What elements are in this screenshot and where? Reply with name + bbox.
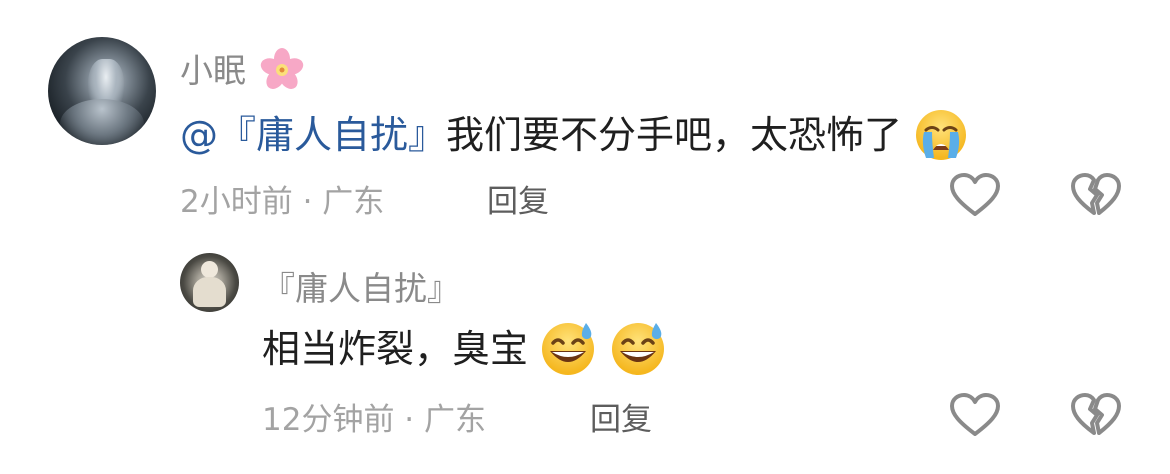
reply-location: 广东 — [424, 402, 487, 438]
comment-body: 我们要不分手吧，太恐怖了 — [446, 113, 903, 157]
reply-text: 相当炸裂，臭宝 — [262, 318, 668, 377]
reply-meta: 12分钟前 · 广东 — [262, 394, 486, 439]
reply-time: 12分钟前 — [262, 402, 395, 438]
meta-separator: · — [394, 402, 425, 438]
cherry-blossom-icon — [260, 47, 303, 89]
comment-location: 广东 — [322, 184, 385, 220]
broken-heart-outline-icon[interactable] — [1070, 392, 1122, 438]
reply-button[interactable]: 回复 — [487, 176, 549, 221]
comment-author-name[interactable]: 小眠 — [180, 44, 305, 93]
comment-meta: 2小时前 · 广东 — [180, 176, 384, 221]
mention-link[interactable]: @『庸人自扰』 — [180, 113, 446, 157]
avatar[interactable] — [48, 37, 156, 145]
reply-reply-button[interactable]: 回复 — [590, 394, 652, 439]
reply-body: 相当炸裂，臭宝 — [262, 327, 529, 371]
heart-outline-icon[interactable] — [949, 172, 1001, 218]
grinning-face-with-sweat-icon — [612, 322, 665, 375]
grinning-face-with-sweat-icon — [542, 322, 595, 375]
comment-text: @『庸人自扰』我们要不分手吧，太恐怖了 — [180, 104, 968, 162]
meta-separator: · — [292, 184, 323, 220]
reply-avatar[interactable] — [180, 253, 239, 312]
comment-time: 2小时前 — [180, 184, 293, 220]
reply-author-name[interactable]: 『庸人自扰』 — [262, 262, 460, 310]
loudly-crying-face-icon — [916, 109, 967, 160]
author-name-text[interactable]: 小眠 — [180, 51, 246, 90]
heart-outline-icon[interactable] — [949, 392, 1001, 438]
broken-heart-outline-icon[interactable] — [1070, 172, 1122, 218]
